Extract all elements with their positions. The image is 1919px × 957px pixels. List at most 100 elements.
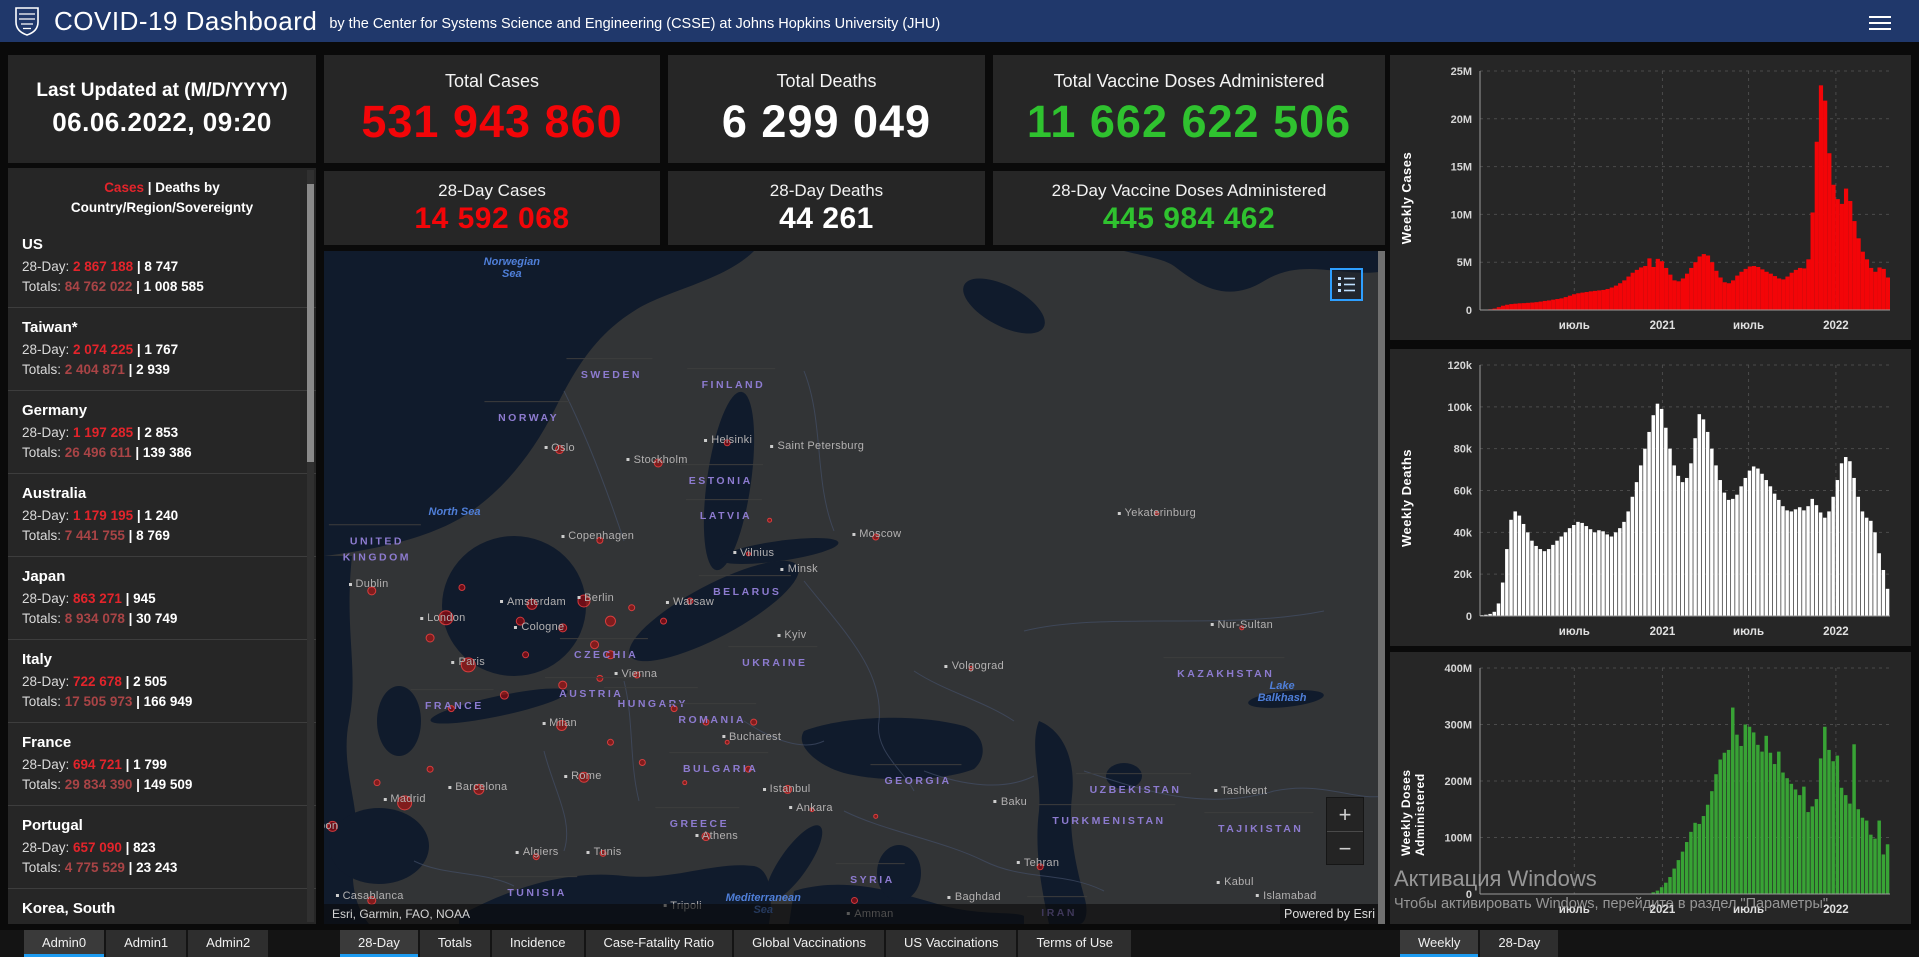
last-updated-value: 06.06.2022, 09:20 xyxy=(52,107,272,137)
day28-deaths-box: 28-Day Deaths 44 261 xyxy=(668,171,985,245)
svg-text:400M: 400M xyxy=(1444,663,1472,675)
svg-text:июль: июль xyxy=(1733,320,1764,332)
svg-text:10M: 10M xyxy=(1451,209,1472,221)
weekly-deaths-axis-label: Weekly Deaths xyxy=(1399,448,1414,547)
total-deaths-label: Total Deaths xyxy=(776,70,877,91)
total-vaccine-box: Total Vaccine Doses Administered 11 662 … xyxy=(993,55,1385,163)
zoom-out-button[interactable]: − xyxy=(1327,831,1363,864)
total-cases-box: Total Cases 531 943 860 xyxy=(324,55,660,163)
total-vaccine-label: Total Vaccine Doses Administered xyxy=(1053,70,1325,91)
svg-text:2022: 2022 xyxy=(1823,320,1849,332)
total-deaths-box: Total Deaths 6 299 049 xyxy=(668,55,985,163)
tab-admin1[interactable]: Admin1 xyxy=(106,930,187,957)
tab-incidence[interactable]: Incidence xyxy=(491,930,584,957)
total-cases-value: 531 943 860 xyxy=(361,95,623,147)
svg-text:июль: июль xyxy=(1559,320,1590,332)
list-item[interactable]: Australia 28-Day: 1 179 195 | 1 240 Total… xyxy=(8,473,316,556)
total-deaths-value: 6 299 049 xyxy=(721,95,932,147)
main-tabs: 28-Day Totals Incidence Case-Fatality Ratio… xyxy=(340,930,1133,957)
country-name: Italy xyxy=(22,651,53,669)
layer-list-button[interactable] xyxy=(1330,268,1363,301)
country-list-panel: Cases | Deaths by Country/Region/Soverei… xyxy=(8,168,316,924)
svg-text:20M: 20M xyxy=(1451,114,1472,126)
weekly-doses-chart-card: Weekly Doses Administered 0 100M 200M 300M 4… xyxy=(1390,652,1911,924)
country-list-scrollbar[interactable] xyxy=(307,170,314,922)
zoom-in-button[interactable]: + xyxy=(1327,798,1363,831)
svg-text:200M: 200M xyxy=(1444,776,1472,788)
list-item[interactable]: US 28-Day: 2 867 188 | 8 747 Totals: 84 7… xyxy=(8,225,316,307)
svg-text:2022: 2022 xyxy=(1823,626,1849,638)
day28-deaths-value: 44 261 xyxy=(779,201,874,235)
svg-text:июль: июль xyxy=(1559,904,1590,916)
weekly-cases-axis-label: Weekly Cases xyxy=(1399,151,1414,244)
last-updated-label: Last Updated at (M/D/YYYY) xyxy=(36,80,288,101)
svg-text:25M: 25M xyxy=(1451,66,1472,78)
map-scrollbar[interactable] xyxy=(1378,251,1385,924)
tab-case-fatality-ratio[interactable]: Case-Fatality Ratio xyxy=(585,930,733,957)
list-item[interactable]: Portugal 28-Day: 657 090 | 823 Totals: 4 … xyxy=(8,805,316,888)
tab-global-vaccinations[interactable]: Global Vaccinations xyxy=(734,930,885,957)
day28-vaccine-label: 28-Day Vaccine Doses Administered xyxy=(1051,180,1327,200)
country-list: US 28-Day: 2 867 188 | 8 747 Totals: 84 7… xyxy=(8,225,316,924)
svg-text:июль: июль xyxy=(1559,626,1590,638)
water-shapes xyxy=(324,251,1385,924)
weekly-deaths-chart-card: Weekly Deaths 0 20k 40k 60k 80k 100k 120k июль 2… xyxy=(1390,349,1911,646)
tab-admin2[interactable]: Admin2 xyxy=(188,930,269,957)
country-name: US xyxy=(22,236,43,254)
day28-vaccine-box: 28-Day Vaccine Doses Administered 445 98… xyxy=(993,171,1385,245)
day28-deaths-label: 28-Day Deaths xyxy=(769,180,884,200)
jhu-shield-logo-icon xyxy=(15,7,39,36)
total-vaccine-value: 11 662 622 506 xyxy=(1026,95,1352,147)
weekly-cases-chart-card: Weekly Cases 0 5M 10M 15M 20M 25M июль 2021 июль… xyxy=(1390,55,1911,340)
tab-28-day[interactable]: 28-Day xyxy=(1480,930,1559,957)
svg-text:2021: 2021 xyxy=(1650,626,1676,638)
page-subtitle: by the Center for Systems Science and En… xyxy=(329,16,941,32)
weekly-doses-chart[interactable]: 0 100M 200M 300M 400M июль 2021 июль 2022 xyxy=(1430,656,1904,920)
tab-terms-of-use[interactable]: Terms of Use xyxy=(1018,930,1132,957)
tab-admin0[interactable]: Admin0 xyxy=(24,930,105,957)
weekly-cases-chart[interactable]: 0 5M 10M 15M 20M 25M июль 2021 июль 2022 xyxy=(1430,59,1904,336)
svg-text:15M: 15M xyxy=(1451,162,1472,174)
day28-cases-label: 28-Day Cases xyxy=(438,180,546,200)
svg-text:120k: 120k xyxy=(1448,360,1473,372)
svg-text:300M: 300M xyxy=(1444,720,1472,732)
list-item[interactable]: Japan 28-Day: 863 271 | 945 Totals: 8 934… xyxy=(8,556,316,639)
svg-text:100M: 100M xyxy=(1444,833,1472,845)
map[interactable]: Norwegian SeaNorth SeaMediterranean SeaL… xyxy=(324,251,1385,924)
list-item[interactable]: Germany 28-Day: 1 197 285 | 2 853 Totals:… xyxy=(8,390,316,473)
day28-cases-box: 28-Day Cases 14 592 068 xyxy=(324,171,660,245)
country-name: Australia xyxy=(22,485,87,503)
day28-cases-value: 14 592 068 xyxy=(414,201,570,235)
list-item[interactable]: Korea, South 28-Day: 619 288 | 898Totals… xyxy=(8,888,316,924)
tab-totals[interactable]: Totals xyxy=(419,930,490,957)
header-line2: Country/Region/Sovereignty xyxy=(70,199,254,215)
list-item[interactable]: Italy 28-Day: 722 678 | 2 505 Totals: 17 … xyxy=(8,639,316,722)
svg-text:40k: 40k xyxy=(1454,527,1473,539)
svg-text:июль: июль xyxy=(1733,904,1764,916)
weekly-deaths-chart[interactable]: 0 20k 40k 60k 80k 100k 120k июль 2021 июль 2022 xyxy=(1430,353,1904,642)
total-cases-label: Total Cases xyxy=(444,70,540,91)
powered-by-esri: Powered by Esri xyxy=(1279,904,1379,924)
tab-us-vaccinations[interactable]: US Vaccinations xyxy=(886,930,1017,957)
svg-text:60k: 60k xyxy=(1454,486,1473,498)
admin-tabs: Admin0 Admin1 Admin2 xyxy=(24,930,270,957)
map-attribution: Esri, Garmin, FAO, NOAA xyxy=(324,904,1385,924)
svg-text:0: 0 xyxy=(1466,305,1472,317)
tab-28-day[interactable]: 28-Day xyxy=(340,930,418,957)
scrollbar-thumb[interactable] xyxy=(307,184,314,462)
list-item[interactable]: Taiwan* 28-Day: 2 074 225 | 1 767 Totals:… xyxy=(8,307,316,390)
covid-dashboard: COVID-19 Dashboard by the Center for Sys… xyxy=(0,0,1919,957)
country-name: Portugal xyxy=(22,817,83,835)
header-cases-word: Cases xyxy=(104,180,144,195)
list-item[interactable]: France 28-Day: 694 721 | 1 799 Totals: 29… xyxy=(8,722,316,805)
app-header: COVID-19 Dashboard by the Center for Sys… xyxy=(0,0,1919,42)
svg-text:июль: июль xyxy=(1733,626,1764,638)
tab-weekly[interactable]: Weekly xyxy=(1400,930,1479,957)
country-name: Germany xyxy=(22,402,88,420)
svg-text:20k: 20k xyxy=(1454,569,1473,581)
right-tabs: Weekly 28-Day xyxy=(1400,930,1560,957)
country-name: France xyxy=(22,734,72,752)
menu-icon[interactable] xyxy=(1869,12,1891,30)
country-list-header: Cases | Deaths by Country/Region/Soverei… xyxy=(70,180,254,215)
map-zoom-control: + − xyxy=(1327,798,1363,864)
